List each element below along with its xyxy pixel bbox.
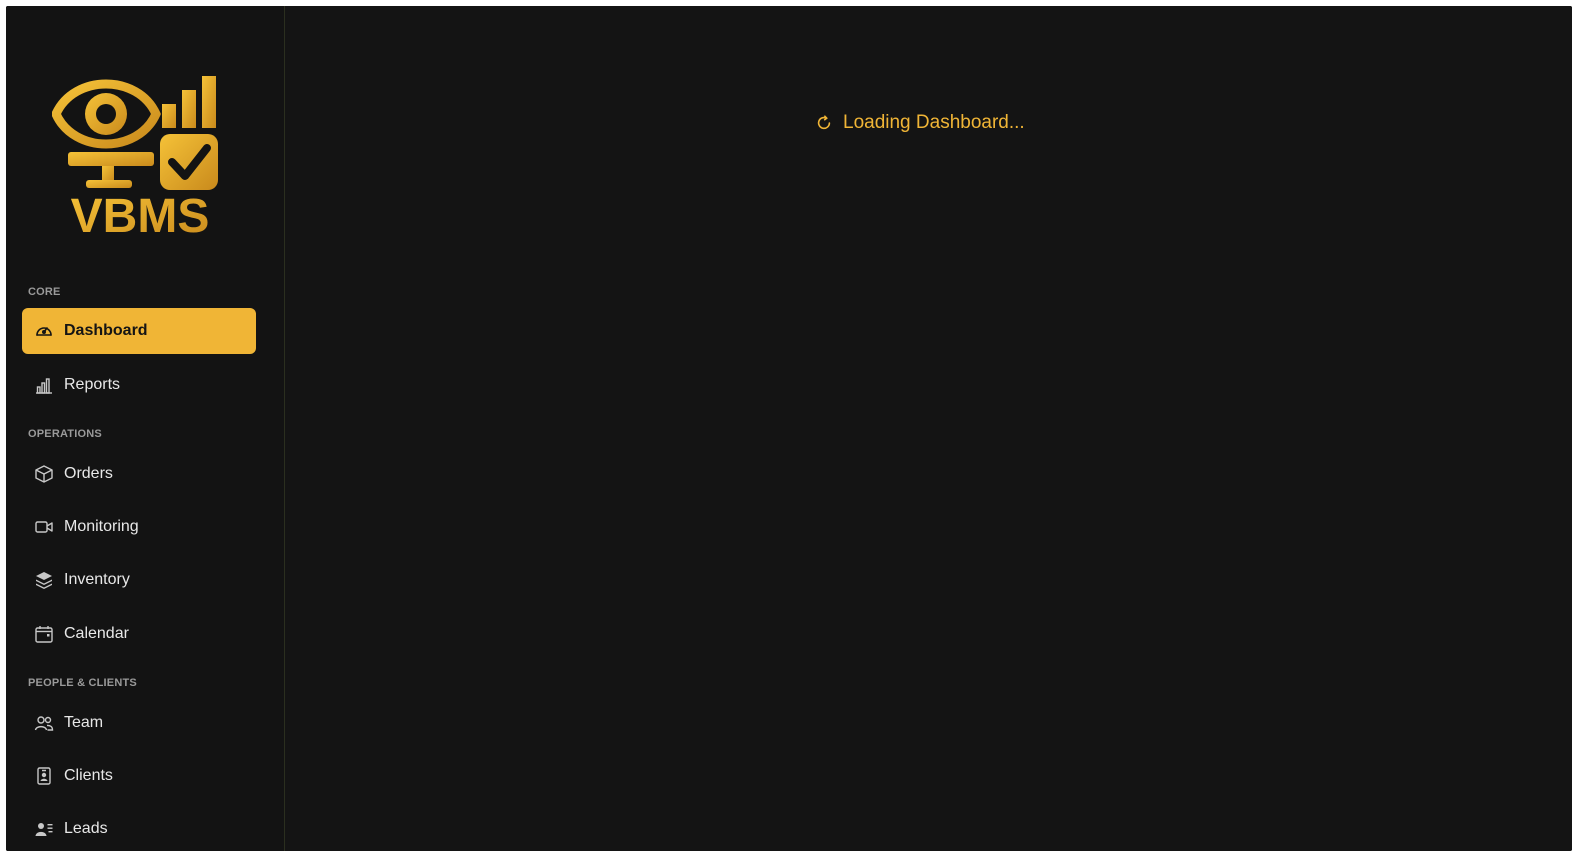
- person-lines-icon: [34, 819, 54, 839]
- video-camera-icon: [34, 517, 54, 537]
- spinner-icon: [817, 115, 831, 130]
- section-label-core: CORE: [28, 286, 61, 298]
- sidebar-item-monitoring[interactable]: Monitoring: [22, 504, 256, 550]
- people-icon: [34, 713, 54, 733]
- sidebar-item-leads[interactable]: Leads: [22, 806, 256, 851]
- sidebar: VBMS CORE Dashboard Reports OPERATIONS O…: [6, 6, 285, 851]
- sidebar-item-label: Dashboard: [64, 322, 148, 339]
- loading-indicator: Loading Dashboard...: [815, 112, 1025, 134]
- sidebar-item-label: Team: [64, 714, 104, 731]
- sidebar-item-label: Inventory: [64, 571, 130, 588]
- app-window: VBMS CORE Dashboard Reports OPERATIONS O…: [6, 6, 1572, 851]
- main-content: Loading Dashboard...: [285, 6, 1572, 851]
- loading-text: Loading Dashboard...: [843, 112, 1025, 133]
- layers-icon: [34, 570, 54, 590]
- sidebar-item-label: Clients: [64, 767, 113, 784]
- sidebar-item-inventory[interactable]: Inventory: [22, 557, 256, 603]
- logo-wordmark: VBMS: [71, 190, 210, 238]
- sidebar-item-reports[interactable]: Reports: [22, 362, 256, 408]
- sidebar-item-dashboard[interactable]: Dashboard: [22, 308, 256, 354]
- section-label-operations: OPERATIONS: [28, 428, 102, 440]
- box-icon: [34, 464, 54, 484]
- gauge-icon: [34, 321, 54, 341]
- sidebar-item-label: Orders: [64, 465, 113, 482]
- sidebar-item-label: Calendar: [64, 625, 129, 642]
- sidebar-item-orders[interactable]: Orders: [22, 451, 256, 497]
- sidebar-item-label: Leads: [64, 820, 108, 837]
- sidebar-item-clients[interactable]: Clients: [22, 753, 256, 799]
- sidebar-item-label: Reports: [64, 376, 121, 393]
- person-badge-icon: [34, 766, 54, 786]
- bar-chart-icon: [34, 375, 54, 395]
- sidebar-item-team[interactable]: Team: [22, 700, 256, 746]
- section-label-people-clients: PEOPLE & CLIENTS: [28, 677, 137, 689]
- sidebar-item-label: Monitoring: [64, 518, 139, 535]
- vbms-logo[interactable]: VBMS: [51, 70, 228, 240]
- sidebar-item-calendar[interactable]: Calendar: [22, 611, 256, 657]
- calendar-icon: [34, 624, 54, 644]
- brand-name: VBMS: [71, 190, 210, 238]
